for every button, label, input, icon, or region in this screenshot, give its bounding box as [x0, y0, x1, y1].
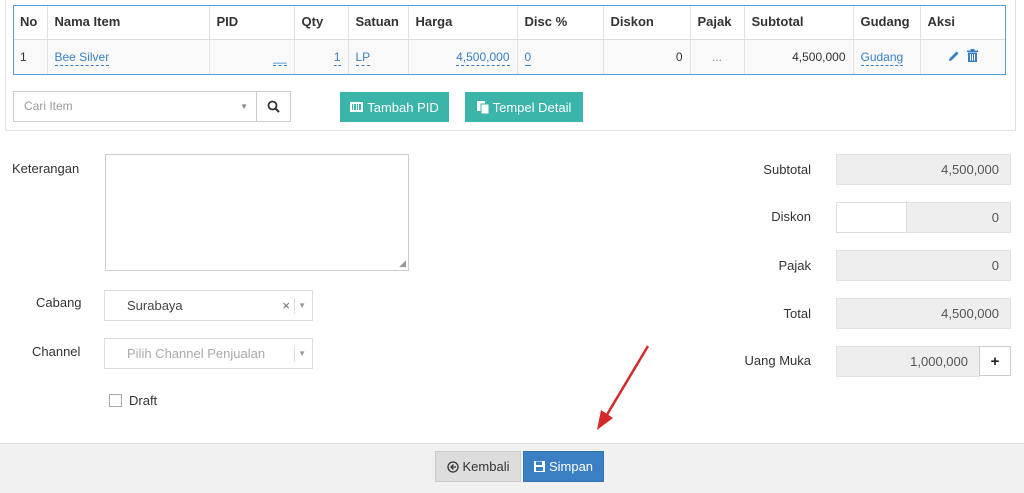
- paste-icon: [476, 100, 489, 114]
- circle-arrow-left-icon: [446, 460, 459, 473]
- col-header-harga: Harga: [408, 5, 518, 40]
- total-label: Total: [783, 306, 811, 321]
- items-table: No Nama Item PID Qty Satuan Harga Disc %…: [13, 5, 1006, 74]
- table-header-row: No Nama Item PID Qty Satuan Harga Disc %…: [13, 5, 1006, 40]
- search-button[interactable]: [256, 91, 291, 122]
- cabang-selected-value: Surabaya: [127, 298, 183, 313]
- annotation-arrow-icon: [597, 345, 650, 430]
- kembali-label: Kembali: [462, 459, 510, 474]
- pajak-field: 0: [836, 250, 1011, 281]
- col-header-disc-pct: Disc %: [517, 5, 604, 40]
- cabang-select[interactable]: Surabaya × ▼: [104, 290, 313, 321]
- footer-bar: Kembali Simpan: [0, 443, 1024, 493]
- channel-placeholder: Pilih Channel Penjualan: [127, 346, 266, 361]
- resize-handle-icon[interactable]: ◢: [399, 259, 406, 268]
- col-header-qty: Qty: [294, 5, 349, 40]
- col-header-pid: PID: [209, 5, 295, 40]
- cell-harga: 4,500,000: [408, 39, 518, 74]
- keterangan-textarea[interactable]: ◢: [105, 154, 409, 271]
- add-uang-muka-button[interactable]: +: [979, 346, 1011, 376]
- gudang-editable[interactable]: Gudang: [860, 49, 904, 66]
- keterangan-label: Keterangan: [12, 161, 80, 176]
- tambah-pid-label: Tambah PID: [367, 99, 439, 115]
- col-header-gudang: Gudang: [853, 5, 921, 40]
- col-header-pajak: Pajak: [690, 5, 745, 40]
- cell-diskon: 0: [603, 39, 691, 74]
- delete-trash-icon[interactable]: [967, 48, 979, 65]
- cell-pid: __: [209, 39, 295, 74]
- cell-subtotal: 4,500,000: [744, 39, 854, 74]
- cell-aksi: [920, 39, 1006, 74]
- tambah-pid-button[interactable]: Tambah PID: [340, 92, 449, 122]
- uang-muka-label: Uang Muka: [744, 353, 811, 368]
- item-name-editable[interactable]: Bee Silver: [54, 49, 110, 66]
- col-header-diskon: Diskon: [603, 5, 691, 40]
- pid-editable[interactable]: __: [273, 49, 287, 66]
- cell-disc-pct: 0: [517, 39, 604, 74]
- draft-checkbox[interactable]: [109, 394, 122, 407]
- col-header-nama-item: Nama Item: [47, 5, 210, 40]
- col-header-no: No: [13, 5, 48, 40]
- cell-no: 1: [13, 39, 48, 74]
- search-icon: [267, 100, 280, 113]
- tempel-detail-label: Tempel Detail: [492, 99, 572, 115]
- cell-nama-item: Bee Silver: [47, 39, 210, 74]
- subtotal-label: Subtotal: [763, 162, 811, 177]
- cabang-label: Cabang: [36, 295, 82, 310]
- subtotal-field: 4,500,000: [836, 154, 1011, 185]
- qty-editable[interactable]: 1: [333, 49, 341, 66]
- edit-pencil-icon[interactable]: [948, 51, 963, 65]
- chevron-down-icon[interactable]: ▼: [240, 92, 248, 121]
- chevron-down-icon[interactable]: ▼: [298, 291, 306, 321]
- diskon-input[interactable]: [836, 202, 907, 233]
- simpan-label: Simpan: [548, 459, 594, 474]
- col-header-satuan: Satuan: [348, 5, 409, 40]
- simpan-button[interactable]: Simpan: [523, 451, 604, 482]
- draft-label: Draft: [129, 393, 158, 408]
- col-header-aksi: Aksi: [920, 5, 1006, 40]
- harga-editable[interactable]: 4,500,000: [456, 49, 510, 66]
- pajak-label: Pajak: [778, 258, 811, 273]
- save-floppy-icon: [533, 461, 545, 472]
- cell-pajak[interactable]: ...: [690, 39, 745, 74]
- select-divider: [294, 346, 295, 362]
- item-search-input[interactable]: Cari Item ▼: [13, 91, 257, 122]
- uang-muka-field[interactable]: 1,000,000: [836, 346, 980, 377]
- item-search-group: Cari Item ▼: [13, 91, 291, 122]
- cell-qty: 1: [294, 39, 349, 74]
- diskon-label: Diskon: [771, 209, 811, 224]
- col-header-subtotal: Subtotal: [744, 5, 854, 40]
- barcode-icon: [350, 102, 364, 112]
- channel-label: Channel: [32, 344, 81, 359]
- chevron-down-icon[interactable]: ▼: [298, 339, 306, 369]
- select-divider: [294, 298, 295, 314]
- total-field: 4,500,000: [836, 298, 1011, 329]
- cell-satuan: LP: [348, 39, 409, 74]
- item-search-placeholder: Cari Item: [24, 99, 73, 113]
- satuan-editable[interactable]: LP: [355, 49, 371, 66]
- tempel-detail-button[interactable]: Tempel Detail: [465, 92, 583, 122]
- channel-select[interactable]: Pilih Channel Penjualan ▼: [104, 338, 313, 369]
- table-row: 1 Bee Silver __ 1 LP 4,500,000 0 0 ... 4…: [13, 39, 1006, 74]
- disc-pct-editable[interactable]: 0: [524, 49, 532, 66]
- kembali-button[interactable]: Kembali: [435, 451, 521, 482]
- cell-gudang: Gudang: [853, 39, 921, 74]
- clear-selection-icon[interactable]: ×: [282, 291, 290, 321]
